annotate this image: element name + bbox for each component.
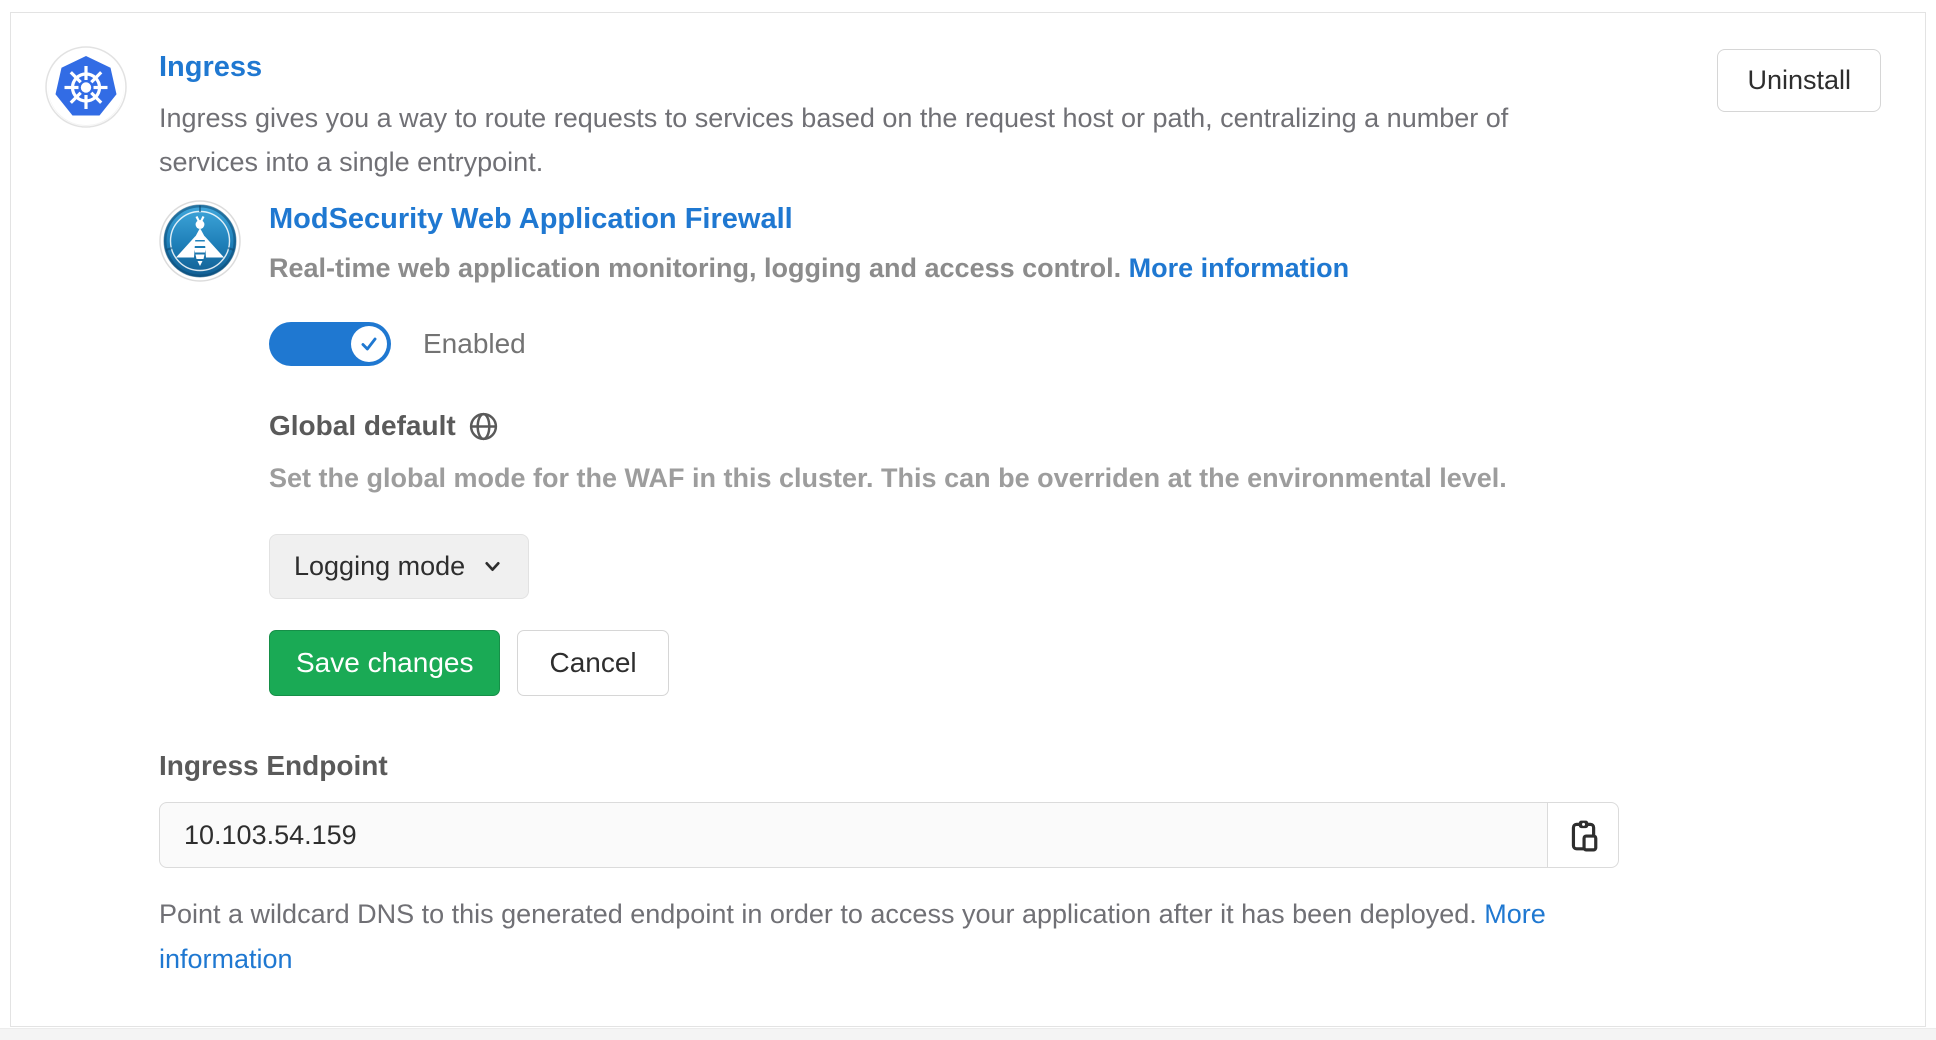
- ingress-header-row: Ingress Ingress gives you a way to route…: [45, 46, 1881, 184]
- save-changes-button[interactable]: Save changes: [269, 630, 500, 696]
- waf-mode-dropdown[interactable]: Logging mode: [269, 534, 529, 599]
- ingress-endpoint-help: Point a wildcard DNS to this generated e…: [159, 892, 1609, 982]
- cancel-button[interactable]: Cancel: [517, 630, 668, 696]
- modsecurity-description-text: Real-time web application monitoring, lo…: [269, 253, 1129, 283]
- modsecurity-icon: [159, 200, 241, 282]
- ingress-endpoint-label: Ingress Endpoint: [159, 750, 1881, 782]
- ingress-header-content: Ingress Ingress gives you a way to route…: [159, 46, 1717, 184]
- ingress-title[interactable]: Ingress: [159, 50, 1717, 84]
- modsecurity-actions: Save changes Cancel: [269, 630, 1507, 696]
- waf-mode-dropdown-value: Logging mode: [294, 553, 465, 580]
- global-default-help: Set the global mode for the WAF in this …: [269, 460, 1507, 496]
- modsecurity-description: Real-time web application monitoring, lo…: [269, 250, 1507, 286]
- ingress-endpoint-help-text: Point a wildcard DNS to this generated e…: [159, 899, 1484, 929]
- uninstall-button[interactable]: Uninstall: [1717, 49, 1881, 112]
- check-icon: [358, 333, 380, 355]
- global-default-label-row: Global default: [269, 410, 1507, 442]
- ingress-endpoint-input-group: [159, 802, 1619, 868]
- global-default-label: Global default: [269, 410, 456, 442]
- next-section-edge: [0, 1028, 1936, 1040]
- ingress-endpoint-input[interactable]: [159, 802, 1548, 868]
- toggle-state-label: Enabled: [423, 328, 526, 360]
- copy-endpoint-button[interactable]: [1547, 802, 1619, 868]
- modsecurity-toggle[interactable]: [269, 322, 391, 366]
- kubernetes-icon: [45, 46, 127, 128]
- modsecurity-title[interactable]: ModSecurity Web Application Firewall: [269, 202, 1507, 236]
- chevron-down-icon: [481, 555, 504, 578]
- modsecurity-content: ModSecurity Web Application Firewall Rea…: [269, 200, 1507, 706]
- copy-to-clipboard-icon: [1566, 818, 1600, 852]
- globe-icon: [468, 411, 499, 442]
- modsecurity-toggle-row: Enabled: [269, 322, 1507, 366]
- modsecurity-more-info-link[interactable]: More information: [1129, 253, 1350, 283]
- ingress-settings-card: Ingress Ingress gives you a way to route…: [10, 12, 1926, 1027]
- ingress-description: Ingress gives you a way to route request…: [159, 96, 1559, 184]
- toggle-knob: [351, 326, 387, 362]
- ingress-endpoint-section: Ingress Endpoint Point a wildcard DNS to…: [159, 750, 1881, 982]
- modsecurity-section: ModSecurity Web Application Firewall Rea…: [159, 200, 1881, 706]
